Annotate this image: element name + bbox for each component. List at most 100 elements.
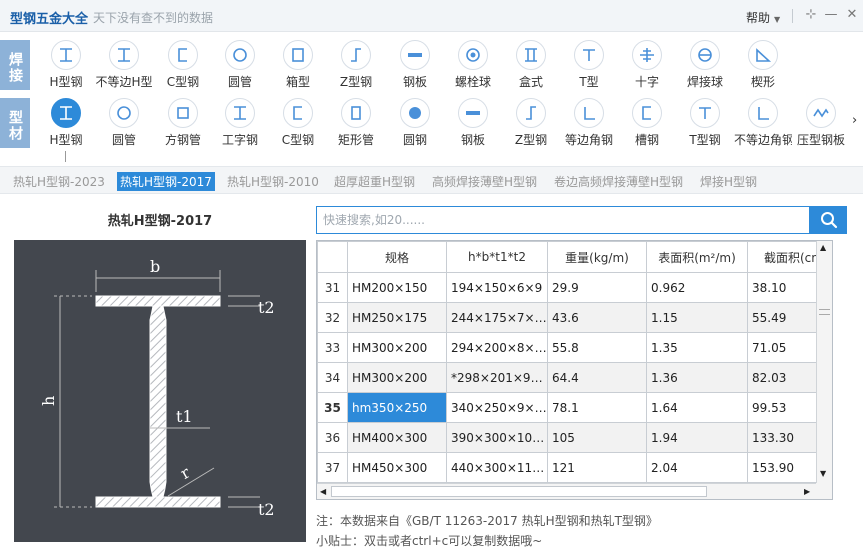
subtab[interactable]: 焊接H型钢: [697, 172, 760, 191]
search-button[interactable]: [810, 206, 847, 234]
category-item[interactable]: 圆管: [95, 94, 153, 152]
category-item[interactable]: 焊接球: [676, 36, 734, 94]
row-number[interactable]: 32: [317, 302, 348, 333]
table-cell-section[interactable]: 55.49: [747, 302, 816, 333]
table-cell-spec[interactable]: HM200×150: [347, 272, 447, 303]
minimize-button[interactable]: —: [822, 6, 840, 24]
table-cell-section[interactable]: 99.53: [747, 392, 816, 423]
table-cell-area[interactable]: 1.36: [646, 362, 748, 393]
category-item[interactable]: 方钢管: [154, 94, 212, 152]
table-cell-spec[interactable]: HM400×300: [347, 422, 447, 453]
table-cell-weight[interactable]: 105: [547, 422, 647, 453]
category-item[interactable]: 盒式: [502, 36, 560, 94]
category-item[interactable]: T型: [560, 36, 618, 94]
category-item[interactable]: H型钢: [37, 36, 95, 94]
vertical-scrollbar[interactable]: ▲ ▼: [816, 241, 832, 483]
category-item[interactable]: H型钢: [37, 94, 95, 152]
table-cell-dims[interactable]: 194×150×6×9: [446, 272, 548, 303]
column-header[interactable]: 规格: [347, 241, 447, 273]
category-item[interactable]: T型钢: [676, 94, 734, 152]
table-cell-spec[interactable]: HM300×200: [347, 332, 447, 363]
row-number[interactable]: 34: [317, 362, 348, 393]
table-cell-dims[interactable]: 294×200×8×12: [446, 332, 548, 363]
help-menu[interactable]: 帮助 ▼: [746, 9, 780, 26]
row-number[interactable]: 37: [317, 452, 348, 483]
table-cell-section[interactable]: 133.30: [747, 422, 816, 453]
pin-icon[interactable]: ⊹: [802, 6, 820, 24]
subtab[interactable]: 热轧H型钢-2010: [224, 172, 322, 191]
table-cell-spec[interactable]: hm350×250: [347, 392, 447, 423]
scroll-thumb[interactable]: [819, 309, 830, 315]
category-item[interactable]: 等边角钢: [560, 94, 618, 152]
table-cell-area[interactable]: 1.15: [646, 302, 748, 333]
scroll-right-icon[interactable]: ▶: [804, 487, 810, 496]
close-button[interactable]: ✕: [843, 6, 861, 24]
category-item[interactable]: 槽钢: [618, 94, 676, 152]
category-item[interactable]: 圆管: [211, 36, 269, 94]
row-number[interactable]: 33: [317, 332, 348, 363]
table-cell-dims[interactable]: 390×300×10×16: [446, 422, 548, 453]
category-item[interactable]: C型钢: [269, 94, 327, 152]
category-item[interactable]: 工字钢: [211, 94, 269, 152]
table-row[interactable]: 32 HM250×175 244×175×7×11 43.6 1.15 55.49: [317, 302, 816, 333]
category-item[interactable]: Z型钢: [327, 36, 385, 94]
scroll-thumb[interactable]: [331, 486, 707, 497]
column-header[interactable]: 重量(kg/m): [547, 241, 647, 273]
category-item[interactable]: 不等边角钢: [734, 94, 792, 152]
row-number[interactable]: 31: [317, 272, 348, 303]
table-row[interactable]: 35 hm350×250 340×250×9×14 78.1 1.64 99.53: [317, 392, 816, 423]
scroll-up-icon[interactable]: ▲: [820, 243, 826, 252]
table-cell-dims[interactable]: 244×175×7×11: [446, 302, 548, 333]
subtab[interactable]: 超厚超重H型钢: [331, 172, 418, 191]
chevron-right-icon[interactable]: ›: [852, 113, 857, 128]
category-item[interactable]: Z型钢: [502, 94, 560, 152]
category-item[interactable]: 十字: [618, 36, 676, 94]
table-cell-dims[interactable]: 440×300×11×18: [446, 452, 548, 483]
subtab[interactable]: 热轧H型钢-2023: [10, 172, 108, 191]
category-item[interactable]: 钢板: [386, 36, 444, 94]
table-cell-section[interactable]: 153.90: [747, 452, 816, 483]
table-cell-section[interactable]: 38.10: [747, 272, 816, 303]
category-item[interactable]: 压型钢板: [792, 94, 850, 152]
category-item[interactable]: 箱型: [269, 36, 327, 94]
category-item[interactable]: 圆钢: [386, 94, 444, 152]
category-item[interactable]: 钢板: [444, 94, 502, 152]
table-cell-weight[interactable]: 55.8: [547, 332, 647, 363]
table-cell-section[interactable]: 82.03: [747, 362, 816, 393]
category-item[interactable]: 矩形管: [327, 94, 385, 152]
row-number[interactable]: 36: [317, 422, 348, 453]
scroll-left-icon[interactable]: ◀: [320, 487, 326, 496]
subtab[interactable]: 卷边高频焊接薄壁H型钢: [551, 172, 686, 191]
table-row[interactable]: 33 HM300×200 294×200×8×12 55.8 1.35 71.05: [317, 332, 816, 363]
category-item[interactable]: 楔形: [734, 36, 792, 94]
table-cell-weight[interactable]: 29.9: [547, 272, 647, 303]
table-cell-area[interactable]: 0.962: [646, 272, 748, 303]
category-item[interactable]: C型钢: [154, 36, 212, 94]
table-cell-weight[interactable]: 64.4: [547, 362, 647, 393]
table-cell-spec[interactable]: HM450×300: [347, 452, 447, 483]
table-cell-weight[interactable]: 121: [547, 452, 647, 483]
column-header[interactable]: 表面积(m²/m): [646, 241, 748, 273]
category-item[interactable]: 螺栓球: [444, 36, 502, 94]
scroll-down-icon[interactable]: ▼: [820, 469, 826, 478]
table-cell-dims[interactable]: 340×250×9×14: [446, 392, 548, 423]
table-cell-area[interactable]: 1.94: [646, 422, 748, 453]
table-cell-area[interactable]: 1.35: [646, 332, 748, 363]
table-cell-dims[interactable]: *298×201×9×14: [446, 362, 548, 393]
row-number[interactable]: 35: [317, 392, 348, 423]
table-row[interactable]: 37 HM450×300 440×300×11×18 121 2.04 153.90: [317, 452, 816, 483]
category-item[interactable]: 不等边H型: [95, 36, 153, 94]
table-cell-weight[interactable]: 78.1: [547, 392, 647, 423]
table-cell-spec[interactable]: HM300×200: [347, 362, 447, 393]
column-header[interactable]: h*b*t1*t2: [446, 241, 548, 273]
table-cell-spec[interactable]: HM250×175: [347, 302, 447, 333]
horizontal-scrollbar[interactable]: ◀ ▶: [317, 483, 816, 499]
subtab[interactable]: 热轧H型钢-2017: [117, 172, 215, 191]
search-input[interactable]: [316, 206, 810, 234]
table-cell-weight[interactable]: 43.6: [547, 302, 647, 333]
subtab[interactable]: 高频焊接薄壁H型钢: [429, 172, 540, 191]
table-cell-area[interactable]: 2.04: [646, 452, 748, 483]
table-row[interactable]: 31 HM200×150 194×150×6×9 29.9 0.962 38.10: [317, 272, 816, 303]
column-header[interactable]: 截面积(cm²): [747, 241, 816, 273]
table-row[interactable]: 36 HM400×300 390×300×10×16 105 1.94 133.30: [317, 422, 816, 453]
